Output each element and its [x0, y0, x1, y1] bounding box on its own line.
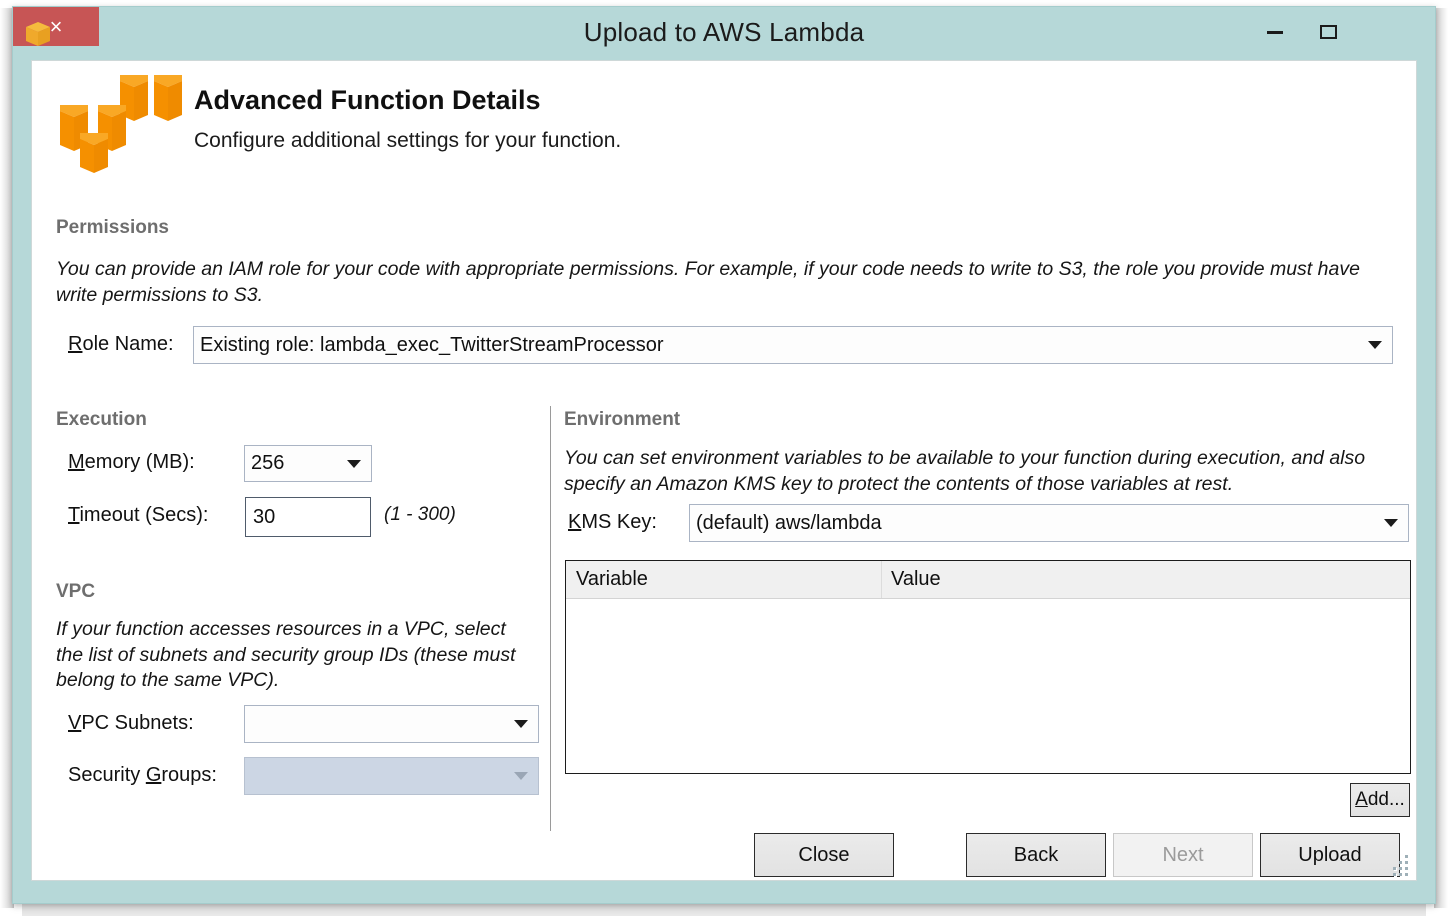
upload-button-label: Upload	[1298, 844, 1361, 867]
kms-key-label-text: MS Key:	[581, 511, 657, 533]
environment-description: You can set environment variables to be …	[564, 446, 1404, 497]
title-bar[interactable]: Upload to AWS Lambda ×	[13, 7, 1435, 57]
window-title: Upload to AWS Lambda	[13, 17, 1435, 48]
section-label-permissions: Permissions	[56, 217, 169, 239]
upload-button[interactable]: Upload	[1260, 833, 1400, 877]
page-subtitle: Configure additional settings for your f…	[194, 129, 621, 153]
permissions-description: You can provide an IAM role for your cod…	[56, 257, 1401, 308]
memory-combobox[interactable]: 256	[244, 445, 372, 482]
timeout-label: Timeout (Secs):	[68, 504, 208, 527]
maximize-button[interactable]	[1305, 13, 1351, 51]
add-variable-button[interactable]: Add...	[1350, 783, 1410, 817]
add-button-label: Add...	[1355, 789, 1405, 811]
minimize-button[interactable]	[1252, 13, 1298, 51]
section-label-environment: Environment	[564, 409, 680, 431]
environment-variables-table[interactable]: Variable Value	[565, 560, 1411, 774]
next-button-label: Next	[1162, 844, 1203, 867]
chevron-down-icon	[514, 720, 528, 728]
next-button: Next	[1113, 833, 1253, 877]
close-dialog-button[interactable]: Close	[754, 833, 894, 877]
timeout-accel: T	[68, 504, 79, 526]
chevron-down-icon	[514, 772, 528, 780]
kms-key-accel: K	[568, 511, 581, 533]
security-groups-accel: G	[146, 764, 162, 786]
security-groups-label: Security Groups:	[68, 764, 217, 787]
chevron-down-icon	[1368, 341, 1382, 349]
page-title: Advanced Function Details	[194, 85, 541, 116]
memory-label: Memory (MB):	[68, 451, 195, 474]
aws-lambda-cubes-icon	[42, 69, 202, 179]
vpc-subnets-label: VPC Subnets:	[68, 712, 194, 735]
chevron-down-icon	[1384, 519, 1398, 527]
table-header-value[interactable]: Value	[891, 568, 941, 591]
section-label-vpc: VPC	[56, 581, 95, 603]
memory-label-text: emory (MB):	[85, 451, 195, 473]
resize-grip[interactable]	[1388, 854, 1410, 876]
security-groups-label-text: roups:	[161, 764, 217, 786]
dialog-client-area: Advanced Function Details Configure addi…	[31, 60, 1417, 881]
timeout-input[interactable]: 30	[245, 497, 371, 537]
role-name-label: Role Name:	[68, 333, 174, 356]
back-button-label: Back	[1014, 844, 1058, 867]
role-name-value: Existing role: lambda_exec_TwitterStream…	[194, 334, 664, 357]
vpc-subnets-label-text: PC Subnets:	[81, 712, 193, 734]
table-header-variable[interactable]: Variable	[576, 568, 648, 591]
kms-key-combobox[interactable]: (default) aws/lambda	[689, 504, 1409, 542]
memory-value: 256	[245, 452, 284, 475]
window-shadow-right	[1434, 8, 1448, 908]
vpc-subnets-accel: V	[68, 712, 81, 734]
timeout-value: 30	[246, 506, 275, 529]
upload-to-aws-lambda-dialog: Upload to AWS Lambda ×	[12, 6, 1436, 904]
table-column-divider	[881, 561, 882, 598]
role-name-label-text: ole Name:	[82, 333, 173, 355]
add-label-text: dd...	[1368, 789, 1405, 810]
column-separator	[550, 406, 551, 831]
kms-key-value: (default) aws/lambda	[690, 512, 882, 535]
security-groups-combobox[interactable]	[244, 757, 539, 795]
timeout-label-text: imeout (Secs):	[79, 504, 208, 526]
vpc-subnets-combobox[interactable]	[244, 705, 539, 743]
table-header-row: Variable Value	[566, 561, 1410, 599]
maximize-icon	[1320, 25, 1337, 39]
memory-accel: M	[68, 451, 85, 473]
close-button-label: Close	[798, 844, 849, 867]
minimize-icon	[1267, 31, 1283, 34]
role-name-accel: R	[68, 333, 82, 355]
chevron-down-icon	[347, 460, 361, 468]
kms-key-label: KMS Key:	[568, 511, 657, 534]
timeout-range-hint: (1 - 300)	[384, 504, 456, 526]
role-name-combobox[interactable]: Existing role: lambda_exec_TwitterStream…	[193, 326, 1393, 364]
vpc-description: If your function accesses resources in a…	[56, 617, 536, 694]
back-button[interactable]: Back	[966, 833, 1106, 877]
section-label-execution: Execution	[56, 409, 147, 431]
add-accel: A	[1355, 789, 1368, 810]
security-groups-label-prefix: Security	[68, 764, 146, 786]
